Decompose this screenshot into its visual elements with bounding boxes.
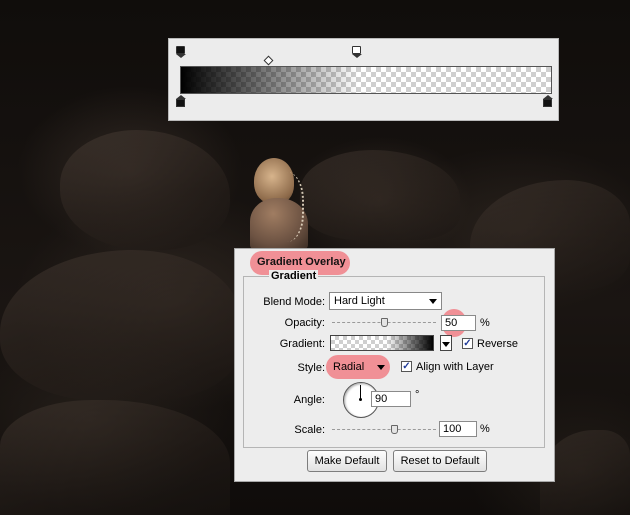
gradient-overlay-panel: Gradient Overlay Gradient Blend Mode: Ha… [234,248,555,482]
scale-label: Scale: [294,424,325,436]
rock-shape [0,250,240,400]
stop-pointer [352,54,362,58]
blend-mode-value: Hard Light [334,295,385,307]
scale-slider-thumb[interactable] [391,425,398,434]
opacity-input[interactable]: 50 [441,315,476,331]
gradient-midpoint[interactable] [263,55,274,66]
stop-swatch [543,99,552,107]
opacity-slider-thumb[interactable] [381,318,388,327]
reset-to-default-button[interactable]: Reset to Default [393,450,487,472]
figure-beads [262,172,304,242]
gradient-picker[interactable] [330,335,434,351]
style-value: Radial [333,361,365,373]
align-with-layer-label: Align with Layer [416,361,494,373]
scale-input[interactable]: 100 [439,421,477,437]
gradient-editor [168,38,559,121]
gradient-dropdown[interactable] [440,335,452,351]
chevron-down-icon [377,365,385,370]
opacity-label: Opacity: [284,317,325,329]
opacity-stop-middle[interactable] [352,46,362,58]
color-stop-right[interactable] [543,95,553,107]
stop-swatch [176,99,185,107]
reverse-label: Reverse [477,338,518,350]
woman-figure [248,158,310,250]
opacity-stop-left[interactable] [176,46,186,58]
chevron-down-icon [442,342,450,347]
style-label: Style: [297,362,325,374]
scale-slider-track[interactable] [332,429,436,430]
gradient-preview-bar[interactable] [180,66,552,94]
gradient-label: Gradient: [279,338,325,350]
rock-shape [60,130,230,250]
group-title: Gradient [269,270,319,282]
angle-input[interactable]: 90 [371,391,411,407]
make-default-button[interactable]: Make Default [307,450,387,472]
reverse-checkbox[interactable]: ✓ [462,338,473,349]
stop-swatch [176,46,185,54]
color-stop-left[interactable] [176,95,186,107]
chevron-down-icon [429,299,437,304]
scale-unit: % [480,423,490,435]
angle-center [359,398,362,401]
blend-mode-dropdown[interactable]: Hard Light [329,292,442,310]
align-with-layer-checkbox[interactable]: ✓ [401,361,412,372]
stop-swatch [352,46,361,54]
opacity-unit: % [480,317,490,329]
angle-unit: ° [415,389,420,401]
section-title: Gradient Overlay [257,256,346,268]
rock-shape [0,400,230,515]
style-dropdown[interactable]: Radial [329,359,389,377]
stop-pointer [176,54,186,58]
angle-label: Angle: [293,394,325,406]
blend-mode-label: Blend Mode: [263,296,325,308]
rock-shape [300,150,460,240]
